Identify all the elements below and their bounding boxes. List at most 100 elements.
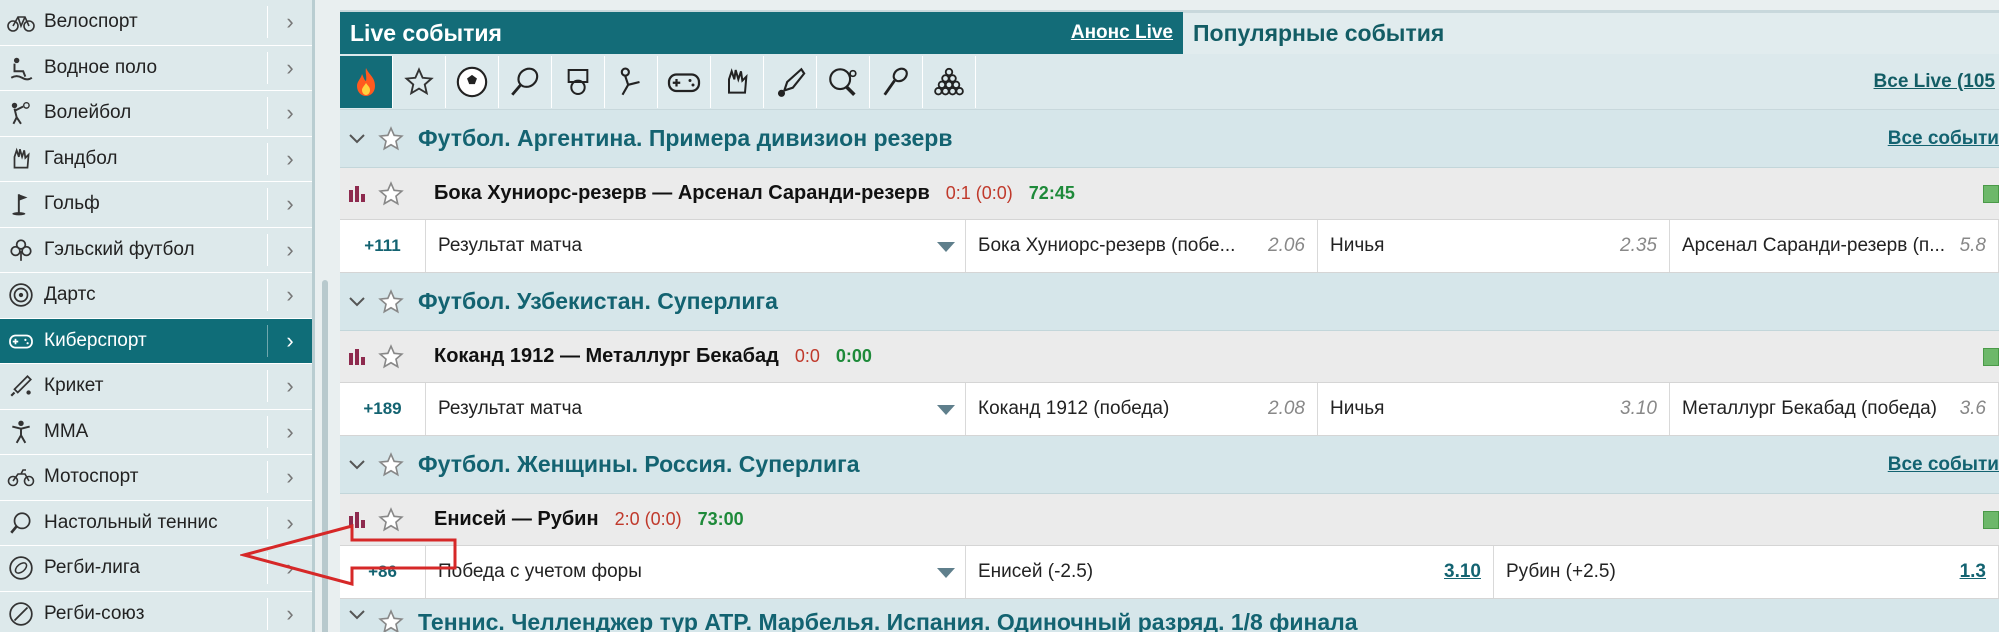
- match-teams[interactable]: Бока Хуниорс-резерв — Арсенал Саранди-ре…: [434, 182, 930, 205]
- league-name[interactable]: Футбол. Узбекистан. Суперлига: [418, 288, 1999, 315]
- market-select[interactable]: Результат матча: [426, 220, 966, 272]
- sidebar-item[interactable]: Гандбол ›: [0, 136, 312, 182]
- odds-cell[interactable]: Арсенал Саранди-резерв (п... 5.8: [1670, 220, 1999, 272]
- chevron-down-icon[interactable]: [340, 609, 374, 621]
- outcome-odds[interactable]: 3.6: [1960, 398, 1986, 420]
- sport-filter-squash[interactable]: [870, 55, 923, 108]
- league-all-events-link[interactable]: Все событи: [1888, 454, 1999, 476]
- chevron-right-icon[interactable]: ›: [268, 91, 312, 136]
- sport-filter-favorites[interactable]: [393, 55, 446, 108]
- sport-filter-football[interactable]: [446, 55, 499, 108]
- sidebar-item[interactable]: Велоспорт ›: [0, 0, 312, 46]
- chevron-right-icon[interactable]: ›: [268, 182, 312, 227]
- sidebar-item[interactable]: Дартс ›: [0, 273, 312, 319]
- star-icon[interactable]: [374, 180, 408, 207]
- tab-popular-events[interactable]: Популярные события: [1183, 12, 1999, 54]
- chevron-right-icon[interactable]: ›: [268, 46, 312, 91]
- match-teams[interactable]: Коканд 1912 — Металлург Бекабад: [434, 345, 779, 368]
- more-markets-link[interactable]: +111: [340, 220, 426, 272]
- sidebar-item[interactable]: Киберспорт ›: [0, 318, 312, 364]
- field-icon[interactable]: [1983, 510, 1999, 529]
- sidebar-item[interactable]: Волейбол ›: [0, 91, 312, 137]
- sport-filter-fire[interactable]: [340, 55, 393, 108]
- odds-cell[interactable]: Рубин (+2.5) 1.3: [1494, 546, 1999, 598]
- chevron-down-icon[interactable]: [340, 296, 374, 308]
- chevron-right-icon[interactable]: ›: [268, 273, 312, 318]
- sidebar-scrollbar[interactable]: [322, 280, 328, 632]
- star-icon[interactable]: [374, 609, 408, 632]
- field-icon[interactable]: [1983, 184, 1999, 203]
- outcome-odds[interactable]: 2.35: [1620, 235, 1657, 257]
- league-name[interactable]: Футбол. Аргентина. Примера дивизион резе…: [418, 125, 1888, 152]
- sidebar-item[interactable]: Регби-союз ›: [0, 591, 312, 632]
- chevron-down-icon[interactable]: [340, 133, 374, 145]
- sport-filter-badminton[interactable]: [764, 55, 817, 108]
- sidebar-item[interactable]: Крикет ›: [0, 364, 312, 410]
- chevron-right-icon[interactable]: ›: [268, 137, 312, 182]
- star-icon[interactable]: [374, 125, 408, 152]
- league-name[interactable]: Футбол. Женщины. Россия. Суперлига: [418, 451, 1888, 478]
- stats-icon[interactable]: [340, 184, 374, 204]
- odds-cell[interactable]: Енисей (-2.5) 3.10: [966, 546, 1494, 598]
- chevron-right-icon[interactable]: ›: [268, 455, 312, 500]
- chevron-right-icon[interactable]: ›: [268, 228, 312, 273]
- outcome-odds[interactable]: 5.8: [1960, 235, 1986, 257]
- odds-cell[interactable]: Ничья 2.35: [1318, 220, 1670, 272]
- league-header[interactable]: Футбол. Женщины. Россия. Суперлига Все со…: [340, 436, 1999, 494]
- sidebar-item[interactable]: Водное поло ›: [0, 45, 312, 91]
- league-header[interactable]: Футбол. Узбекистан. Суперлига: [340, 273, 1999, 331]
- chevron-right-icon[interactable]: ›: [268, 0, 312, 45]
- field-icon[interactable]: [1983, 347, 1999, 366]
- sport-filter-basketball[interactable]: [552, 55, 605, 108]
- stats-icon[interactable]: [340, 510, 374, 530]
- odds-cell[interactable]: Ничья 3.10: [1318, 383, 1670, 435]
- sport-filter-billiards[interactable]: [923, 55, 976, 108]
- chevron-right-icon[interactable]: ›: [268, 410, 312, 455]
- sidebar-item[interactable]: ММА ›: [0, 409, 312, 455]
- chevron-down-icon[interactable]: [340, 459, 374, 471]
- chevron-right-icon[interactable]: ›: [268, 501, 312, 546]
- sidebar-item[interactable]: Регби-лига ›: [0, 546, 312, 592]
- outcome-odds[interactable]: 3.10: [1444, 561, 1481, 583]
- outcome-odds[interactable]: 2.08: [1268, 398, 1305, 420]
- star-icon[interactable]: [374, 288, 408, 315]
- more-markets-link[interactable]: +86: [340, 546, 426, 598]
- chevron-right-icon[interactable]: ›: [268, 364, 312, 409]
- dropdown-arrow-icon[interactable]: [937, 568, 955, 578]
- stats-icon[interactable]: [340, 347, 374, 367]
- all-live-link[interactable]: Все Live (105: [1874, 71, 1999, 93]
- sport-filter-table-tennis[interactable]: [817, 55, 870, 108]
- league-all-events-link[interactable]: Все событи: [1888, 128, 1999, 150]
- outcome-odds[interactable]: 2.06: [1268, 235, 1305, 257]
- match-row[interactable]: Енисей — Рубин 2:0 (0:0) 73:00: [340, 494, 1999, 546]
- market-select[interactable]: Победа с учетом форы: [426, 546, 966, 598]
- match-teams[interactable]: Енисей — Рубин: [434, 508, 599, 531]
- chevron-right-icon[interactable]: ›: [268, 546, 312, 591]
- outcome-odds[interactable]: 3.10: [1620, 398, 1657, 420]
- odds-cell[interactable]: Бока Хуниорс-резерв (побе... 2.06: [966, 220, 1318, 272]
- league-name[interactable]: Теннис. Челленджер тур ATP. Марбелья. Ис…: [418, 609, 1999, 632]
- outcome-odds[interactable]: 1.3: [1960, 561, 1986, 583]
- tab-live-events[interactable]: Live события Анонс Live: [340, 12, 1183, 54]
- sidebar-item[interactable]: Настольный теннис ›: [0, 500, 312, 546]
- match-row[interactable]: Коканд 1912 — Металлург Бекабад 0:0 0:00: [340, 331, 1999, 383]
- dropdown-arrow-icon[interactable]: [937, 405, 955, 415]
- star-icon[interactable]: [374, 451, 408, 478]
- sidebar-item[interactable]: Мотоспорт ›: [0, 455, 312, 501]
- sport-filter-handball[interactable]: [711, 55, 764, 108]
- star-icon[interactable]: [374, 343, 408, 370]
- chevron-right-icon[interactable]: ›: [268, 592, 312, 632]
- sidebar-item[interactable]: Гольф ›: [0, 182, 312, 228]
- dropdown-arrow-icon[interactable]: [937, 242, 955, 252]
- sport-filter-hockey[interactable]: [605, 55, 658, 108]
- sport-filter-esports[interactable]: [658, 55, 711, 108]
- sport-filter-tennis[interactable]: [499, 55, 552, 108]
- star-icon[interactable]: [374, 506, 408, 533]
- market-select[interactable]: Результат матча: [426, 383, 966, 435]
- league-header[interactable]: Теннис. Челленджер тур ATP. Марбелья. Ис…: [340, 599, 1999, 632]
- odds-cell[interactable]: Коканд 1912 (победа) 2.08: [966, 383, 1318, 435]
- odds-cell[interactable]: Металлург Бекабад (победа) 3.6: [1670, 383, 1999, 435]
- sidebar-item[interactable]: Гэльский футбол ›: [0, 227, 312, 273]
- more-markets-link[interactable]: +189: [340, 383, 426, 435]
- match-row[interactable]: Бока Хуниорс-резерв — Арсенал Саранди-ре…: [340, 168, 1999, 220]
